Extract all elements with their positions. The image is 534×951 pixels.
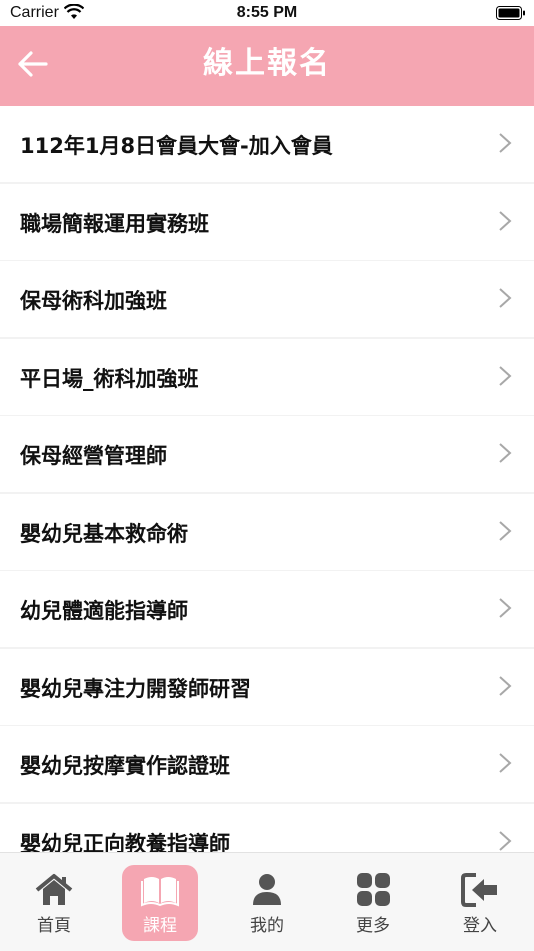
- battery-icon: [496, 6, 525, 20]
- list-item-label: 嬰幼兒專注力開發師研習: [20, 676, 251, 701]
- chevron-right-icon: [499, 288, 512, 308]
- list-item-label: 嬰幼兒基本救命術: [20, 521, 188, 546]
- book-icon: [141, 877, 179, 907]
- list-item[interactable]: 職場簡報運用實務班: [0, 183, 534, 260]
- list-item-label: 保母術科加強班: [20, 289, 167, 313]
- status-time: 8:55 PM: [236, 4, 298, 21]
- tab-mine[interactable]: 我的: [229, 865, 305, 941]
- list-item[interactable]: 嬰幼兒基本救命術: [0, 493, 534, 570]
- list-item-label: 幼兒體適能指導師: [20, 599, 188, 623]
- list-item[interactable]: 嬰幼兒正向教養指導師: [0, 803, 534, 853]
- list-item[interactable]: 幼兒體適能指導師: [0, 571, 534, 647]
- list-item[interactable]: 保母經營管理師: [0, 416, 534, 492]
- tab-more[interactable]: 更多: [335, 865, 411, 941]
- home-icon: [35, 874, 73, 905]
- chevron-right-icon: [499, 830, 512, 851]
- nav-bar: 線上報名: [0, 26, 534, 106]
- page-title: 線上報名: [203, 46, 331, 81]
- list-item[interactable]: 平日場_術科加強班: [0, 338, 534, 415]
- list-item[interactable]: 112年1月8日會員大會-加入會員: [0, 106, 534, 182]
- status-bar: Carrier 8:55 PM: [0, 0, 534, 26]
- chevron-right-icon: [499, 520, 512, 541]
- tab-courses-label: 課程: [143, 916, 177, 936]
- tab-login[interactable]: 登入: [442, 865, 518, 941]
- chevron-right-icon: [499, 443, 512, 463]
- tab-more-label: 更多: [356, 916, 390, 936]
- list-item-label: 平日場_術科加強班: [20, 366, 199, 391]
- tab-home[interactable]: 首頁: [16, 865, 92, 941]
- list-item-label: 職場簡報運用實務班: [20, 211, 209, 236]
- list-item[interactable]: 嬰幼兒按摩實作認證班: [0, 726, 534, 802]
- list-item-label: 112年1月8日會員大會-加入會員: [20, 134, 333, 158]
- chevron-right-icon: [499, 753, 512, 773]
- list-item[interactable]: 嬰幼兒專注力開發師研習: [0, 648, 534, 725]
- chevron-right-icon: [499, 210, 512, 231]
- chevron-right-icon: [499, 133, 512, 153]
- chevron-right-icon: [499, 365, 512, 386]
- course-list: 112年1月8日會員大會-加入會員 職場簡報運用實務班 保母術科加強班 平日場_…: [0, 106, 534, 852]
- list-item-label: 嬰幼兒按摩實作認證班: [20, 754, 230, 778]
- person-icon: [253, 874, 281, 905]
- tab-courses[interactable]: 課程: [122, 865, 198, 941]
- login-icon: [461, 873, 497, 907]
- chevron-right-icon: [499, 598, 512, 618]
- list-item-label: 保母經營管理師: [20, 444, 167, 468]
- list-item-label: 嬰幼兒正向教養指導師: [20, 831, 230, 853]
- tab-mine-label: 我的: [250, 916, 284, 936]
- tab-bar: 首頁 課程 我的 更多 登入: [0, 852, 534, 951]
- chevron-right-icon: [499, 675, 512, 696]
- list-item[interactable]: 保母術科加強班: [0, 261, 534, 337]
- tab-login-label: 登入: [463, 916, 497, 936]
- tab-home-label: 首頁: [37, 916, 71, 936]
- grid-icon: [357, 873, 390, 906]
